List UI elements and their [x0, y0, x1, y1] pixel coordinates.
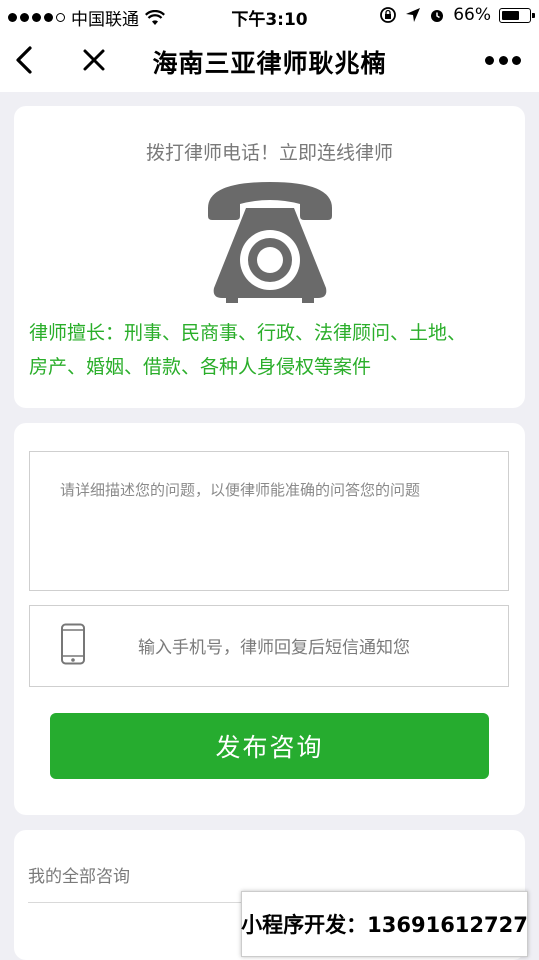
more-dot-icon: [485, 56, 494, 65]
battery-percent: 66%: [453, 5, 491, 25]
close-icon: [83, 49, 105, 71]
more-menu-button[interactable]: [485, 56, 521, 66]
submit-consultation-button[interactable]: 发布咨询: [50, 713, 489, 779]
call-lawyer-card: 拨打律师电话！立即连线律师 律师擅长：刑事、民商事、行政、法律顾问、土地、 房产…: [14, 106, 525, 408]
call-phone-button[interactable]: [206, 178, 334, 304]
nav-bar: 海南三亚律师耿兆楠: [0, 30, 539, 92]
mobile-phone-icon: [61, 623, 85, 665]
chevron-left-icon: [16, 46, 32, 74]
developer-contact-banner: 小程序开发：13691612727: [241, 891, 528, 957]
call-heading: 拨打律师电话！立即连线律师: [145, 142, 393, 164]
specialty-line: 律师擅长：刑事、民商事、行政、法律顾问、土地、: [29, 322, 467, 344]
question-placeholder: 请详细描述您的问题，以便律师能准确的问答您的问题: [60, 481, 421, 499]
rotation-lock-icon: [380, 7, 397, 23]
phone-placeholder: 输入手机号，律师回复后短信通知您: [138, 638, 410, 658]
status-bar: 中国联通 下午3:10 66%: [0, 0, 539, 30]
telephone-icon: [208, 182, 332, 303]
alarm-icon: [431, 10, 444, 22]
more-dot-icon: [512, 56, 521, 65]
status-right: 66%: [379, 5, 535, 25]
phone-number-input[interactable]: 输入手机号，律师回复后短信通知您: [29, 605, 509, 687]
question-textarea[interactable]: 请详细描述您的问题，以便律师能准确的问答您的问题: [29, 451, 509, 591]
battery-icon: [499, 7, 535, 23]
my-consultations-link[interactable]: 我的全部咨询: [28, 862, 130, 887]
back-button[interactable]: [10, 42, 40, 78]
consultation-form-card: 请详细描述您的问题，以便律师能准确的问答您的问题 输入手机号，律师回复后短信通知…: [14, 423, 525, 815]
close-button[interactable]: [78, 44, 110, 76]
page-title: 海南三亚律师耿兆楠: [152, 49, 387, 78]
lawyer-specialty: 律师擅长：刑事、民商事、行政、法律顾问、土地、 房产、婚姻、借款、各种人身侵权等…: [29, 316, 505, 384]
specialty-line: 房产、婚姻、借款、各种人身侵权等案件: [29, 356, 372, 378]
battery-fill: [502, 10, 520, 20]
location-arrow-icon: [406, 8, 421, 22]
more-dot-icon: [498, 56, 508, 65]
